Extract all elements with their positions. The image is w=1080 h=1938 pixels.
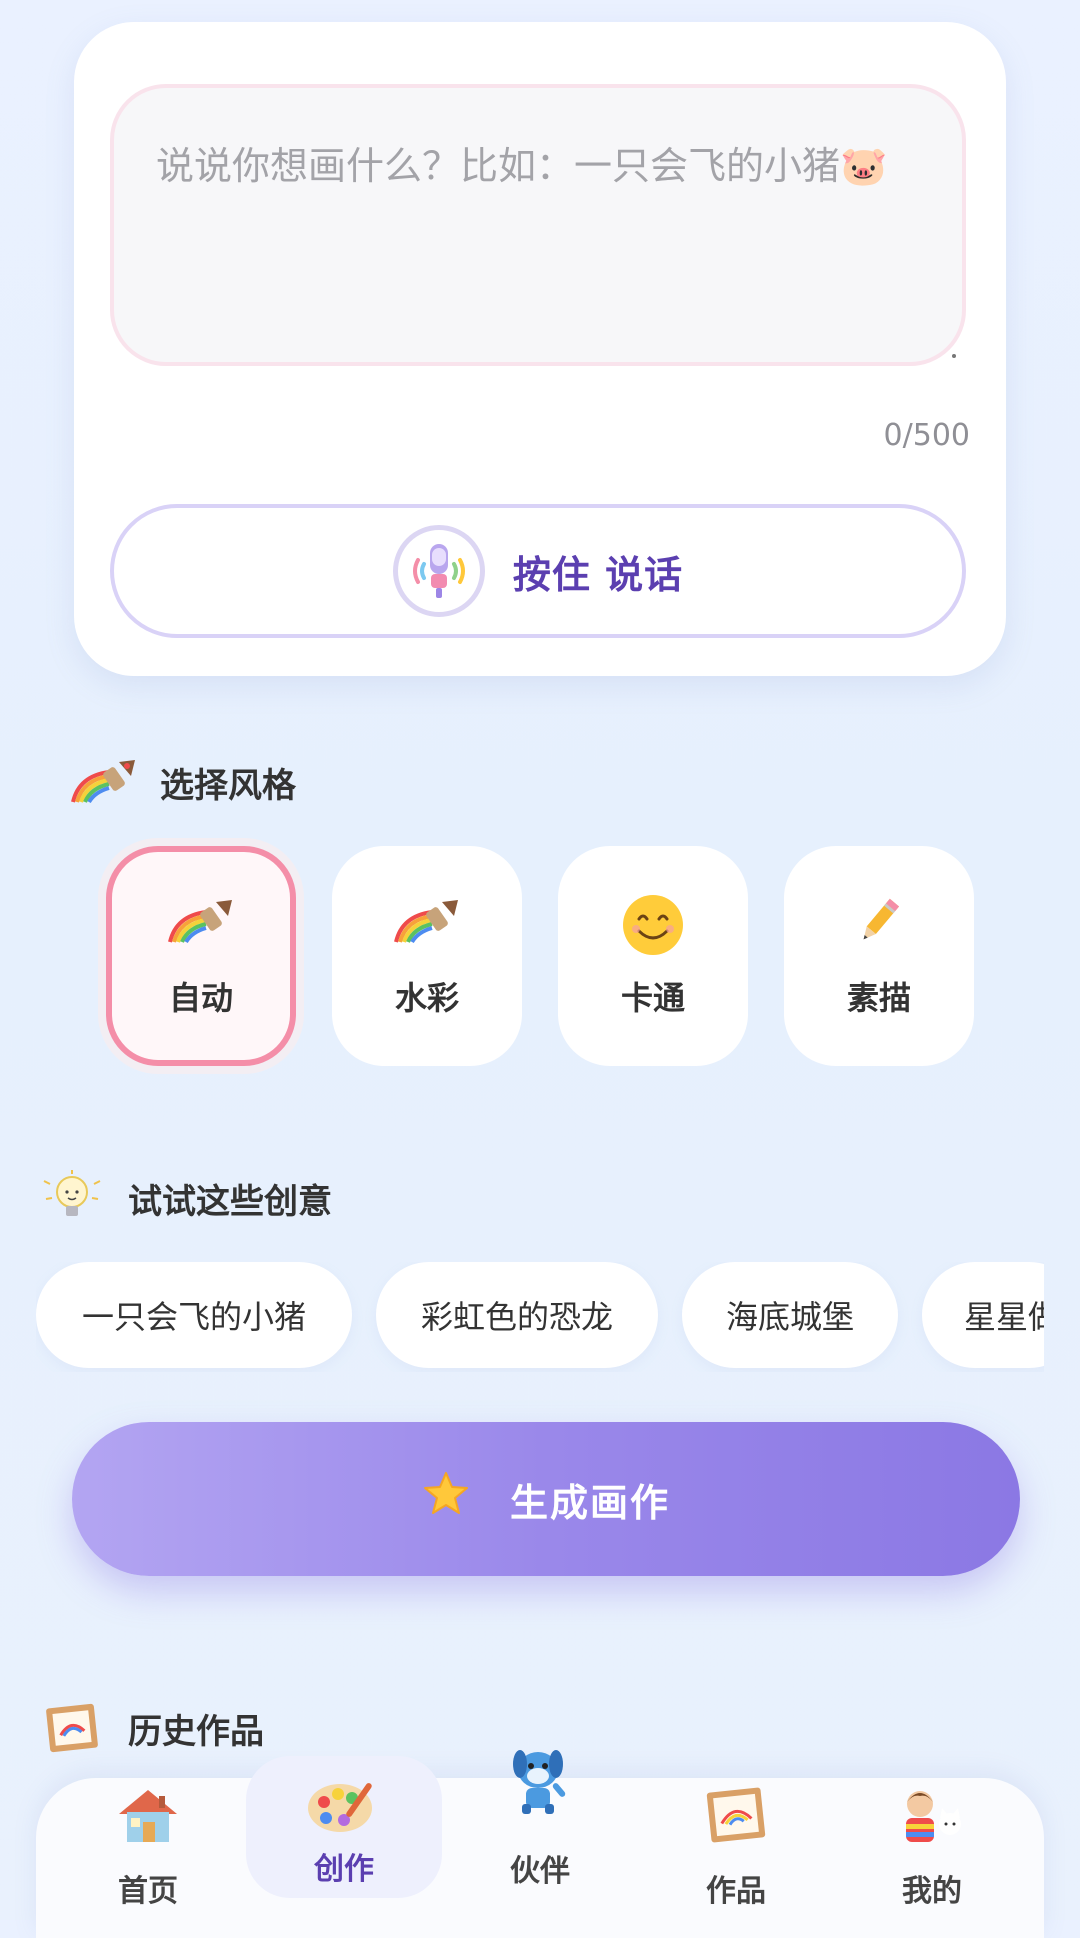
smiley-icon [621, 893, 685, 963]
pencil-icon [851, 893, 907, 963]
style-option-watercolor[interactable]: 水彩 [332, 846, 522, 1066]
rainbow-brush-icon [166, 893, 236, 963]
textarea-placeholder: 说说你想画什么？比如：一只会飞的小猪🐷 [156, 144, 888, 188]
kids-icon [894, 1784, 970, 1862]
bottom-tab-bar: 首页 创作 伙伴 作品 我的 [36, 1750, 1044, 1938]
style-option-sketch[interactable]: 素描 [784, 846, 974, 1066]
style-options: 自动 水彩 卡通 素描 [106, 838, 976, 1070]
style-section-title: 选择风格 [68, 752, 296, 812]
generate-artwork-button[interactable]: 生成画作 [72, 1422, 1020, 1576]
rainbow-brush-icon [392, 893, 462, 963]
idea-chip[interactable]: 彩虹色的恐龙 [376, 1262, 658, 1368]
history-section-label: 历史作品 [128, 1711, 264, 1752]
framed-picture-icon [703, 1784, 769, 1860]
style-option-cartoon[interactable]: 卡通 [558, 846, 748, 1066]
ideas-section-label: 试试这些创意 [128, 1181, 332, 1222]
hold-to-talk-label: 按住 说话 [512, 552, 684, 597]
house-icon [113, 1784, 183, 1860]
robot-dog-icon [500, 1742, 580, 1832]
hold-to-talk-button[interactable]: 按住 说话 [110, 504, 966, 638]
microphone-icon [392, 525, 485, 617]
idea-chips: 一只会飞的小猪 彩虹色的恐龙 海底城堡 星星做 [36, 1262, 1044, 1372]
idea-chip[interactable]: 一只会飞的小猪 [36, 1262, 352, 1368]
style-option-auto[interactable]: 自动 [106, 846, 296, 1066]
rainbow-brush-icon [68, 752, 140, 812]
char-counter: 0/500 [883, 418, 970, 453]
tab-label: 创作 [314, 1852, 374, 1887]
resize-handle[interactable] [952, 354, 956, 358]
palette-icon [304, 1774, 384, 1850]
style-section-label: 选择风格 [160, 765, 296, 806]
idea-chip[interactable]: 星星做 [922, 1262, 1044, 1368]
ideas-section-title: 试试这些创意 [36, 1168, 332, 1228]
style-option-label: 卡通 [620, 979, 685, 1017]
history-section-title: 历史作品 [36, 1698, 264, 1758]
input-card: 说说你想画什么？比如：一只会飞的小猪🐷 0/500 按住 说话 [74, 22, 1006, 676]
tab-companion[interactable]: 伙伴 [442, 1750, 638, 1900]
tab-label: 我的 [902, 1874, 962, 1909]
tab-profile[interactable]: 我的 [834, 1778, 1030, 1920]
tab-home[interactable]: 首页 [50, 1778, 246, 1920]
idea-textarea[interactable]: 说说你想画什么？比如：一只会飞的小猪🐷 [110, 84, 966, 366]
tab-create[interactable]: 创作 [246, 1756, 442, 1898]
generate-artwork-label: 生成画作 [509, 1480, 670, 1525]
tab-label: 作品 [706, 1874, 766, 1909]
tab-works[interactable]: 作品 [638, 1778, 834, 1920]
lightbulb-icon [36, 1168, 108, 1228]
style-option-label: 自动 [168, 979, 233, 1017]
tab-label: 首页 [118, 1874, 178, 1909]
tab-label: 伙伴 [510, 1854, 570, 1889]
style-option-label: 素描 [846, 979, 911, 1017]
idea-chip[interactable]: 海底城堡 [682, 1262, 898, 1368]
framed-picture-icon [36, 1698, 108, 1758]
star-icon [422, 1470, 470, 1529]
style-option-label: 水彩 [394, 979, 459, 1017]
